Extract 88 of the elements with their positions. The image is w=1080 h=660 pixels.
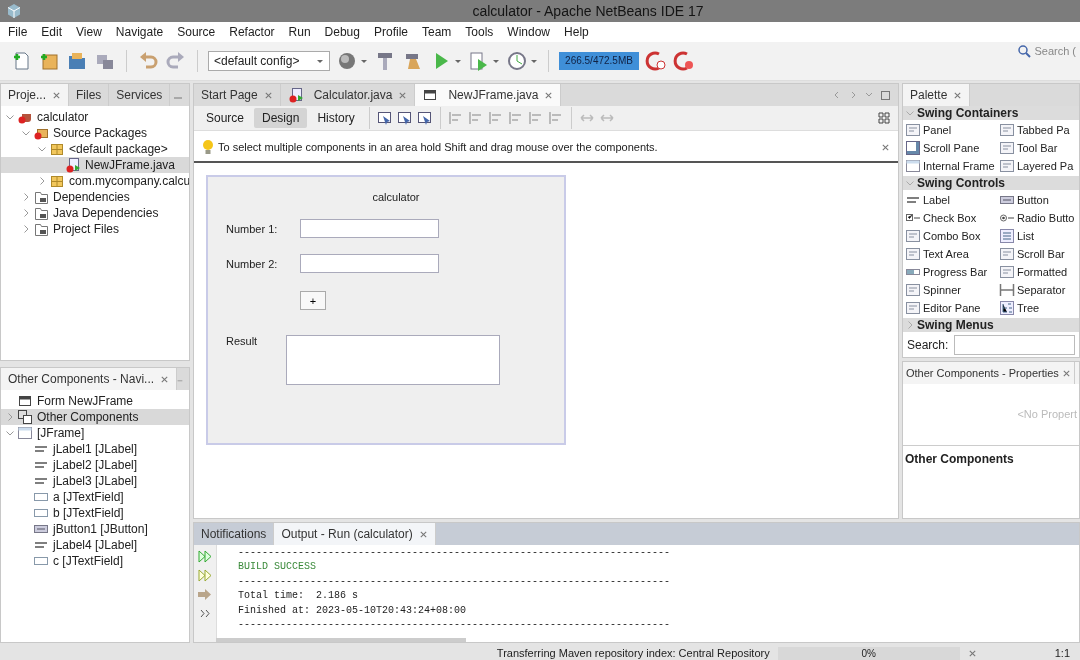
menu-item[interactable]: Refactor: [229, 25, 275, 39]
component-entry[interactable]: Layered Pa: [999, 157, 1079, 175]
component-entry[interactable]: Editor Pane: [905, 299, 999, 317]
component-entry[interactable]: Scroll Bar: [999, 245, 1079, 263]
component-entry[interactable]: Scroll Pane: [905, 139, 999, 157]
panel-tab[interactable]: Proje...: [1, 84, 69, 106]
view-tab[interactable]: History: [309, 108, 363, 128]
project-node[interactable]: NewJFrame.java: [1, 157, 189, 173]
output-rule: ------------------------------------------------------------------------: [238, 574, 671, 589]
form-label: Number 1:: [226, 222, 279, 235]
component-entry[interactable]: Spinner: [905, 281, 999, 299]
window-tab[interactable]: Palette: [903, 84, 971, 106]
component-entry[interactable]: Combo Box: [905, 227, 999, 245]
memory-meter[interactable]: 266.5/472.5MB: [559, 52, 639, 70]
project-node[interactable]: Source Packages: [1, 125, 189, 141]
component-entry[interactable]: Radio Butto: [999, 209, 1079, 227]
view-tab[interactable]: Source: [198, 108, 253, 128]
search-label: Search:: [907, 338, 949, 352]
project-node[interactable]: <default package>: [1, 141, 189, 157]
menu-item[interactable]: Profile: [374, 25, 408, 39]
component-entry[interactable]: Separator: [999, 281, 1079, 299]
component-entry[interactable]: Tool Bar: [999, 139, 1079, 157]
menu-item[interactable]: Navigate: [115, 25, 164, 39]
component-entry[interactable]: Formatted: [999, 263, 1079, 281]
editor-tab[interactable]: NewJFrame.java: [415, 84, 562, 106]
component-entry[interactable]: Label: [905, 191, 999, 209]
status-message: Transferring Maven repository index: Central Repository: [496, 647, 770, 659]
component-node[interactable]: Other Components: [1, 409, 189, 425]
menu-item[interactable]: View: [76, 25, 102, 39]
output-tab[interactable]: Output - Run (calculator): [274, 523, 436, 545]
component-entry[interactable]: Check Box: [905, 209, 999, 227]
plus-button[interactable]: +: [300, 291, 326, 310]
component-node[interactable]: Form NewJFrame: [1, 393, 189, 409]
component-node[interactable]: jLabel4 [JLabel]: [1, 537, 189, 553]
component-node[interactable]: [JFrame]: [1, 425, 189, 441]
view-tab[interactable]: Design: [254, 108, 308, 128]
menu-item[interactable]: File: [8, 25, 28, 39]
project-node[interactable]: com.mycompany.calcu: [1, 173, 189, 189]
output-line: Finished at: 2023-05-10T20:43:24+08:00: [238, 603, 468, 618]
menu-item[interactable]: Edit: [41, 25, 63, 39]
panel-tab[interactable]: Services: [109, 84, 171, 106]
component-node[interactable]: a [JTextField]: [1, 489, 189, 505]
menu-item[interactable]: Tools: [465, 25, 494, 39]
config-dropdown[interactable]: <default config>: [208, 51, 330, 71]
component-entry[interactable]: Button: [999, 191, 1079, 209]
window-title: calculator - Apache NetBeans IDE 17: [471, 3, 705, 19]
form-label: Number 2:: [226, 257, 279, 270]
output-rule: ------------------------------------------------------------------------: [238, 618, 671, 633]
component-node[interactable]: jLabel2 [JLabel]: [1, 457, 189, 473]
project-node[interactable]: calculator: [1, 109, 189, 125]
caret-position: 1:1: [1054, 647, 1070, 659]
section-heading: Other Components: [905, 451, 1014, 466]
component-entry[interactable]: Panel: [905, 121, 999, 139]
menu-item[interactable]: Source: [177, 25, 216, 39]
palette-category[interactable]: Swing Containers: [903, 106, 1079, 120]
project-node[interactable]: Java Dependencies: [1, 205, 189, 221]
component-node[interactable]: jLabel1 [JLabel]: [1, 441, 189, 457]
hint-text: To select multiple components in an area hold Shift and drag mouse over the components.: [218, 141, 658, 153]
panel-tab[interactable]: Other Components - Properties: [903, 362, 1075, 384]
component-entry[interactable]: Text Area: [905, 245, 999, 263]
menu-item[interactable]: Help: [564, 25, 589, 39]
output-line: BUILD SUCCESS: [238, 560, 317, 575]
output-rule: ------------------------------------------------------------------------: [238, 546, 671, 560]
component-node[interactable]: jButton1 [JButton]: [1, 521, 189, 537]
panel-tab[interactable]: Files: [69, 84, 110, 106]
progress-bar: 0%: [777, 646, 960, 660]
component-entry[interactable]: List: [999, 227, 1079, 245]
component-entry[interactable]: Tabbed Pa: [999, 121, 1079, 139]
menu-item[interactable]: Debug: [324, 25, 360, 39]
project-node[interactable]: Project Files: [1, 221, 189, 237]
palette-category[interactable]: Swing Controls: [903, 176, 1079, 190]
project-node[interactable]: Dependencies: [1, 189, 189, 205]
form-label: Result: [226, 335, 259, 347]
empty-message: <No Propert: [1017, 408, 1077, 421]
palette-category[interactable]: Swing Menus: [903, 318, 1079, 332]
component-entry[interactable]: Progress Bar: [905, 263, 999, 281]
panel-tab[interactable]: Other Components - Navi...: [1, 368, 178, 390]
form-label: calculator: [372, 191, 420, 203]
component-entry[interactable]: Tree: [999, 299, 1079, 317]
menu-item[interactable]: Team: [422, 25, 452, 39]
form-preview[interactable]: calculator Number 1: Number 2: + Result: [206, 175, 566, 445]
component-node[interactable]: jLabel3 [JLabel]: [1, 473, 189, 489]
output-line: Total time: 2.186 s: [238, 589, 360, 604]
component-entry[interactable]: Internal Frame: [905, 157, 999, 175]
component-node[interactable]: c [JTextField]: [1, 553, 189, 569]
menu-item[interactable]: Window: [507, 25, 551, 39]
menu-item[interactable]: Run: [288, 25, 311, 39]
component-node[interactable]: b [JTextField]: [1, 505, 189, 521]
